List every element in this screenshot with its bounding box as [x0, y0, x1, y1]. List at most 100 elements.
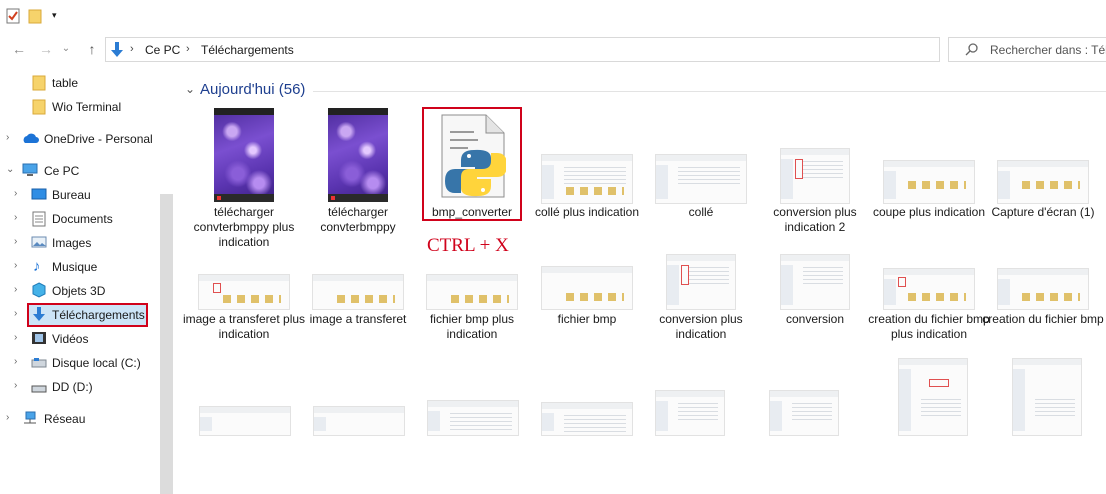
- sidebar-item-disque-local[interactable]: › Disque local (C:): [0, 352, 160, 374]
- screenshot-thumbnail: [997, 160, 1089, 204]
- file-item[interactable]: creation du fichier bmp plus indication: [868, 260, 990, 370]
- breadcrumb-ce-pc[interactable]: Ce PC: [145, 43, 180, 57]
- chevron-right-icon[interactable]: ›: [6, 412, 9, 423]
- recent-locations-icon[interactable]: ⌄: [57, 40, 75, 58]
- search-box[interactable]: Rechercher dans : Télécha...: [948, 37, 1106, 62]
- file-name: bmp_converter: [431, 205, 513, 219]
- screenshot-thumbnail: [655, 154, 747, 204]
- screenshot-thumbnail: [666, 254, 736, 310]
- 3d-objects-icon: [31, 282, 47, 301]
- screenshot-thumbnail: [541, 154, 633, 204]
- sidebar-item-ce-pc[interactable]: ⌄ Ce PC: [0, 160, 160, 182]
- screenshot-thumbnail: [198, 274, 290, 310]
- breadcrumb-separator: ›: [130, 43, 134, 55]
- screenshot-thumbnail[interactable]: [313, 406, 405, 436]
- sidebar-item-telechargements[interactable]: › Téléchargements: [0, 304, 160, 326]
- sidebar-item-images[interactable]: › Images: [0, 232, 160, 254]
- screenshot-thumbnail[interactable]: [199, 406, 291, 436]
- file-name: télécharger convterbmppy plus indication: [193, 205, 295, 249]
- file-item[interactable]: image a transferet plus indication: [183, 260, 305, 370]
- file-name: coupe plus indication: [872, 205, 986, 219]
- chevron-right-icon[interactable]: ›: [14, 380, 17, 391]
- file-item[interactable]: conversion: [759, 254, 871, 370]
- screenshot-thumbnail[interactable]: [1012, 358, 1082, 436]
- back-arrow-icon[interactable]: ←: [10, 40, 28, 58]
- cloud-icon: [21, 132, 39, 147]
- sidebar-item-label: OneDrive - Personal: [44, 132, 153, 146]
- drive-icon: [31, 357, 47, 371]
- forward-arrow-icon[interactable]: →: [37, 40, 55, 58]
- screenshot-thumbnail: [541, 266, 633, 310]
- sidebar-item-bureau[interactable]: › Bureau: [0, 184, 160, 206]
- screenshot-thumbnail[interactable]: [427, 400, 519, 436]
- downloads-folder-icon: [109, 41, 125, 62]
- chevron-right-icon[interactable]: ›: [14, 356, 17, 367]
- sidebar-scrollbar[interactable]: [160, 194, 173, 494]
- file-name: image a transferet plus indication: [182, 312, 306, 341]
- chevron-right-icon[interactable]: ›: [14, 332, 17, 343]
- chevron-right-icon[interactable]: ›: [14, 236, 17, 247]
- chevron-right-icon[interactable]: ›: [14, 260, 17, 271]
- ctrl-x-annotation: CTRL + X: [427, 235, 509, 256]
- screenshot-thumbnail[interactable]: [898, 358, 968, 436]
- sidebar-item-label: Ce PC: [44, 164, 80, 178]
- sidebar-item-musique[interactable]: › ♪ Musique: [0, 256, 160, 278]
- quick-access-toolbar: ▾: [0, 0, 1106, 34]
- sidebar-item-objets-3d[interactable]: › Objets 3D: [0, 280, 160, 302]
- file-name: conversion plus indication 2: [773, 205, 857, 234]
- file-name: fichier bmp: [557, 312, 617, 326]
- file-item[interactable]: conversion plus indication: [645, 254, 757, 370]
- chevron-down-icon[interactable]: ⌄: [6, 164, 14, 175]
- sidebar-item-label: Documents: [52, 212, 113, 226]
- sidebar-item-label: Téléchargements: [52, 308, 145, 322]
- sidebar-item-wio-terminal[interactable]: Wio Terminal: [0, 96, 160, 118]
- group-header-today[interactable]: Aujourd'hui (56): [200, 81, 305, 98]
- screenshot-thumbnail: [780, 254, 850, 310]
- customize-toolbar-icon[interactable]: ▾: [52, 10, 57, 21]
- drive-icon: [31, 382, 47, 396]
- file-item[interactable]: fichier bmp: [531, 260, 643, 370]
- image-thumbnail: [214, 108, 274, 202]
- sidebar-item-label: Images: [52, 236, 92, 250]
- file-item[interactable]: image a transferet: [302, 260, 414, 370]
- screenshot-thumbnail: [883, 268, 975, 310]
- network-icon: [22, 411, 38, 428]
- chevron-right-icon[interactable]: ›: [14, 308, 17, 319]
- properties-icon[interactable]: [6, 8, 20, 27]
- chevron-right-icon[interactable]: ›: [14, 188, 17, 199]
- sidebar-item-table[interactable]: table: [0, 72, 160, 94]
- downloads-icon: [32, 306, 46, 325]
- sidebar-item-label: DD (D:): [52, 380, 93, 394]
- screenshot-thumbnail[interactable]: [655, 390, 725, 436]
- sidebar-item-label: Wio Terminal: [52, 100, 122, 114]
- file-name: image a transferet: [309, 312, 407, 326]
- documents-icon: [32, 211, 46, 230]
- sidebar-item-label: Réseau: [44, 412, 86, 426]
- file-name: creation du fichier bmp: [982, 312, 1104, 326]
- breadcrumb-separator: ›: [186, 43, 190, 55]
- search-icon: [965, 42, 979, 59]
- new-folder-icon[interactable]: [28, 8, 42, 27]
- screenshot-thumbnail[interactable]: [541, 402, 633, 436]
- sidebar-item-videos[interactable]: › Vidéos: [0, 328, 160, 350]
- collapse-group-icon[interactable]: ⌄: [185, 82, 195, 96]
- sidebar-item-label: Objets 3D: [52, 284, 106, 298]
- image-thumbnail: [328, 108, 388, 202]
- chevron-right-icon[interactable]: ›: [14, 212, 17, 223]
- screenshot-thumbnail: [426, 274, 518, 310]
- up-arrow-icon[interactable]: ↑: [83, 40, 101, 58]
- search-placeholder: Rechercher dans : Télécha...: [990, 43, 1106, 57]
- file-item[interactable]: fichier bmp plus indication: [416, 260, 528, 370]
- screenshot-thumbnail[interactable]: [769, 390, 839, 436]
- sidebar-item-dd[interactable]: › DD (D:): [0, 376, 160, 398]
- sidebar-item-label: Disque local (C:): [52, 356, 141, 370]
- chevron-right-icon[interactable]: ›: [6, 132, 9, 143]
- sidebar-item-onedrive[interactable]: › OneDrive - Personal: [0, 128, 160, 150]
- sidebar-item-reseau[interactable]: › Réseau: [0, 408, 160, 430]
- address-bar[interactable]: › Ce PC › Téléchargements ⌄ ↻: [105, 37, 1035, 62]
- file-item[interactable]: creation du fichier bmp: [982, 260, 1104, 370]
- python-file-icon: [440, 114, 507, 201]
- sidebar-item-documents[interactable]: › Documents: [0, 208, 160, 230]
- chevron-right-icon[interactable]: ›: [14, 284, 17, 295]
- breadcrumb-telechargements[interactable]: Téléchargements: [201, 43, 294, 57]
